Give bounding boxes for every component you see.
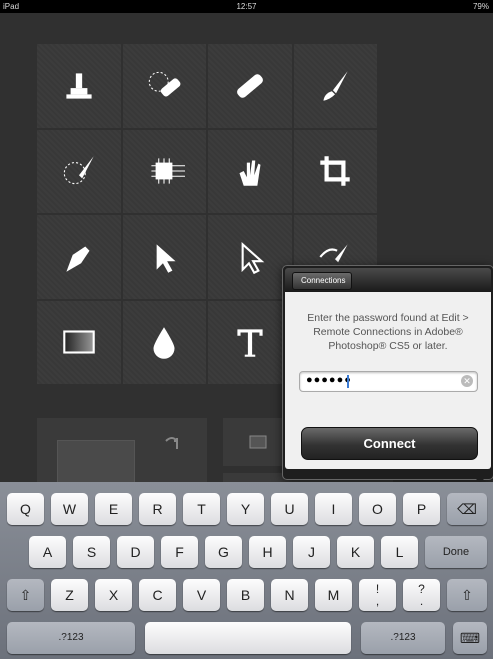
- tool-chip[interactable]: [122, 129, 206, 213]
- back-button[interactable]: Connections: [292, 272, 353, 290]
- key-a[interactable]: A: [29, 536, 66, 568]
- tool-blur[interactable]: [122, 300, 206, 384]
- password-instructions: Enter the password found at Edit > Remot…: [307, 312, 469, 352]
- text-caret: [347, 375, 349, 388]
- key-m[interactable]: M: [315, 579, 352, 611]
- tool-pen[interactable]: [37, 215, 121, 299]
- key-period-label: .: [419, 594, 424, 608]
- key-comma-label: ,: [375, 594, 380, 608]
- key-f[interactable]: F: [161, 536, 198, 568]
- stamp-icon: [66, 73, 92, 99]
- drop-icon: [153, 327, 175, 360]
- tool-select[interactable]: [122, 215, 206, 299]
- key-question-label: ?: [418, 582, 425, 596]
- on-screen-keyboard: Q W E R T Y U I O P ⌫ A S D F G H J K L …: [0, 482, 493, 659]
- tool-crop[interactable]: [293, 129, 377, 213]
- swap-colors-icon[interactable]: [162, 433, 182, 453]
- clock: 12:57: [236, 2, 257, 11]
- healing-patch-icon: [149, 71, 181, 97]
- crop-icon: [320, 156, 350, 186]
- pen-icon: [66, 246, 90, 272]
- space-key[interactable]: [145, 622, 351, 654]
- key-d[interactable]: D: [117, 536, 154, 568]
- frame-icon: [249, 435, 267, 449]
- done-key[interactable]: Done: [425, 536, 487, 568]
- bandage-icon: [236, 73, 263, 98]
- keyboard-hide-icon[interactable]: ⌨: [453, 622, 487, 654]
- numbers-key-left[interactable]: .?123: [7, 622, 135, 654]
- key-exclaim-label: !: [375, 582, 380, 596]
- chip-icon: [151, 158, 186, 184]
- key-b[interactable]: B: [227, 579, 264, 611]
- tool-direct-select[interactable]: [208, 215, 292, 299]
- connections-popover: Connections Enter the password found at …: [282, 265, 493, 480]
- tool-stamp[interactable]: [37, 44, 121, 128]
- key-i[interactable]: I: [315, 493, 352, 525]
- shift-right-key[interactable]: ⇧: [447, 579, 487, 611]
- tool-bandage[interactable]: [208, 44, 292, 128]
- key-u[interactable]: U: [271, 493, 308, 525]
- tool-smudge[interactable]: [208, 129, 292, 213]
- numbers-key-right[interactable]: .?123: [361, 622, 445, 654]
- gradient-icon: [63, 330, 95, 354]
- smudge-hand-icon: [239, 160, 261, 186]
- key-y[interactable]: Y: [227, 493, 264, 525]
- shift-left-key[interactable]: ⇧: [7, 579, 44, 611]
- key-v[interactable]: V: [183, 579, 220, 611]
- color-panel: [37, 418, 207, 492]
- history-brush-icon: [63, 156, 94, 185]
- battery-label: 79%: [472, 2, 489, 11]
- key-p[interactable]: P: [403, 493, 440, 525]
- key-j[interactable]: J: [293, 536, 330, 568]
- tool-type[interactable]: [208, 300, 292, 384]
- key-e[interactable]: E: [95, 493, 132, 525]
- tool-brush[interactable]: [293, 44, 377, 128]
- key-o[interactable]: O: [359, 493, 396, 525]
- key-x[interactable]: X: [95, 579, 132, 611]
- status-bar: iPad 12:57 79%: [0, 0, 493, 13]
- key-g[interactable]: G: [205, 536, 242, 568]
- password-field[interactable]: ●●●●●● ✕: [299, 371, 478, 392]
- tool-history-brush[interactable]: [37, 129, 121, 213]
- connect-button[interactable]: Connect: [301, 427, 478, 460]
- key-exclaim-comma[interactable]: ! ,: [359, 579, 396, 611]
- popover-body: Enter the password found at Edit > Remot…: [285, 292, 491, 469]
- key-n[interactable]: N: [271, 579, 308, 611]
- clear-icon[interactable]: ✕: [461, 375, 473, 387]
- key-k[interactable]: K: [337, 536, 374, 568]
- tool-patch[interactable]: [122, 44, 206, 128]
- popover-navbar: Connections: [285, 268, 491, 292]
- hollow-arrow-icon: [241, 241, 265, 274]
- brush-icon: [323, 71, 348, 101]
- key-s[interactable]: S: [73, 536, 110, 568]
- key-w[interactable]: W: [51, 493, 88, 525]
- key-l[interactable]: L: [381, 536, 418, 568]
- tool-gradient[interactable]: [37, 300, 121, 384]
- key-q[interactable]: Q: [7, 493, 44, 525]
- key-h[interactable]: H: [249, 536, 286, 568]
- password-value: ●●●●●●: [306, 374, 352, 386]
- type-icon: [237, 329, 263, 357]
- key-question-period[interactable]: ? .: [403, 579, 440, 611]
- backspace-key[interactable]: ⌫: [447, 493, 487, 525]
- arrow-icon: [156, 244, 176, 273]
- key-r[interactable]: R: [139, 493, 176, 525]
- key-z[interactable]: Z: [51, 579, 88, 611]
- key-c[interactable]: C: [139, 579, 176, 611]
- key-t[interactable]: T: [183, 493, 220, 525]
